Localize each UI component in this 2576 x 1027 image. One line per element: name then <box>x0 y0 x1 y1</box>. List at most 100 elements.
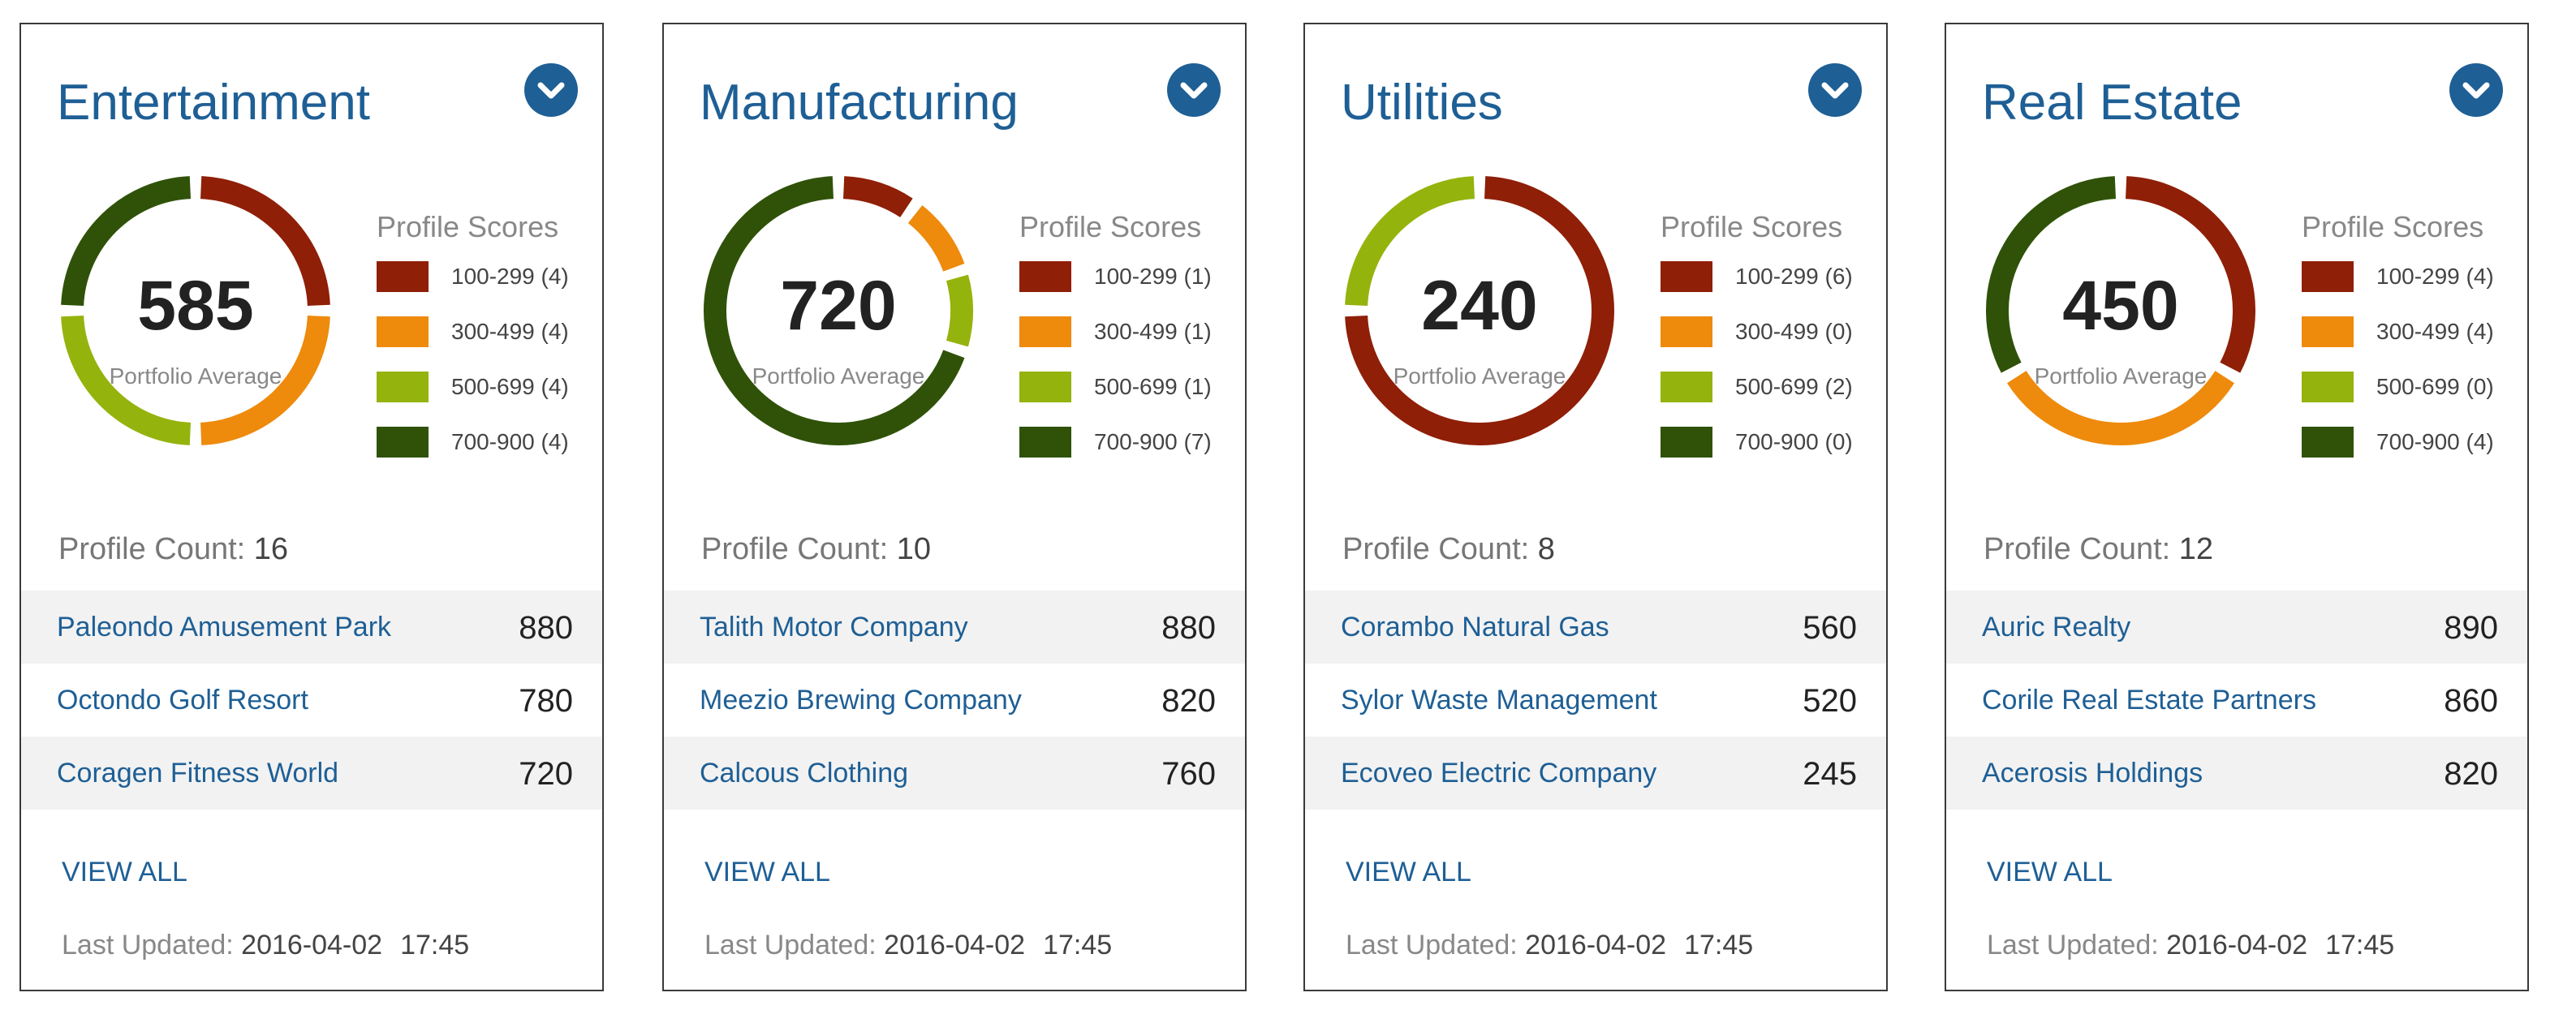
company-row[interactable]: Corile Real Estate Partners 860 <box>1946 664 2527 737</box>
last-updated-label: Last Updated: <box>704 930 877 960</box>
legend-title: Profile Scores <box>1019 210 1202 243</box>
company-link[interactable]: Octondo Golf Resort <box>57 686 308 714</box>
legend-swatch <box>377 316 429 347</box>
company-link[interactable]: Corambo Natural Gas <box>1341 613 1609 641</box>
company-row[interactable]: Ecoveo Electric Company 245 <box>1305 737 1886 810</box>
card-title: Manufacturing <box>700 75 1019 131</box>
legend-label: 700-900 (4) <box>2376 429 2494 454</box>
chevron-down-icon <box>2462 82 2490 99</box>
legend-item: 700-900 (0) <box>1661 427 1872 482</box>
profile-count-value: 12 <box>2178 532 2214 566</box>
legend-swatch <box>377 261 429 292</box>
legend-item: 500-699 (1) <box>1019 372 1230 427</box>
company-link[interactable]: Auric Realty <box>1982 613 2130 641</box>
company-row[interactable]: Auric Realty 890 <box>1946 591 2527 664</box>
profile-count-label: Profile Count: <box>58 532 246 566</box>
sector-card: Utilities 240 Portfolio Average Profile Sco… <box>1303 23 1888 991</box>
score-donut-chart: 450 Portfolio Average <box>1979 169 2263 453</box>
legend-label: 300-499 (1) <box>1094 319 1212 344</box>
expand-button[interactable] <box>524 63 578 117</box>
company-link[interactable]: Calcous Clothing <box>700 759 908 787</box>
last-updated-label: Last Updated: <box>1346 930 1518 960</box>
legend-item: 300-499 (1) <box>1019 316 1230 372</box>
company-row[interactable]: Calcous Clothing 760 <box>664 737 1245 810</box>
legend-swatch <box>1661 316 1712 347</box>
profile-count-value: 10 <box>896 532 932 566</box>
portfolio-average-caption: Portfolio Average <box>109 363 282 389</box>
company-row[interactable]: Sylor Waste Management 520 <box>1305 664 1886 737</box>
company-row[interactable]: Acerosis Holdings 820 <box>1946 737 2527 810</box>
company-score: 760 <box>1161 756 1216 792</box>
company-row[interactable]: Paleondo Amusement Park 880 <box>21 591 602 664</box>
last-updated: Last Updated: 2016-04-02 17:45 <box>704 931 1112 959</box>
top-companies-list: Auric Realty 890 Corile Real Estate Partne… <box>1946 591 2527 810</box>
top-companies-list: Corambo Natural Gas 560 Sylor Waste Manage… <box>1305 591 1886 810</box>
company-link[interactable]: Corile Real Estate Partners <box>1982 686 2316 714</box>
portfolio-average-value: 450 <box>2062 267 2179 345</box>
expand-button[interactable] <box>1167 63 1221 117</box>
legend-label: 300-499 (4) <box>451 319 569 344</box>
profile-count: Profile Count: 16 <box>58 534 288 565</box>
profile-count: Profile Count: 12 <box>1984 534 2213 565</box>
company-score: 880 <box>519 610 573 646</box>
company-row[interactable]: Talith Motor Company 880 <box>664 591 1245 664</box>
company-link[interactable]: Coragen Fitness World <box>57 759 338 787</box>
legend-label: 700-900 (4) <box>451 429 569 454</box>
sector-card: Manufacturing 720 Portfolio Average Profile… <box>662 23 1247 991</box>
portfolio-average-value: 720 <box>780 267 897 345</box>
score-legend: 100-299 (1) 300-499 (1) 500-699 (1) 700-900… <box>1019 261 1230 482</box>
legend-swatch <box>1019 316 1071 347</box>
legend-label: 100-299 (6) <box>1735 264 1853 289</box>
last-updated-label: Last Updated: <box>1987 930 2159 960</box>
top-companies-list: Talith Motor Company 880 Meezio Brewing Co… <box>664 591 1245 810</box>
company-score: 780 <box>519 683 573 719</box>
legend-item: 700-900 (4) <box>377 427 588 482</box>
last-updated-time: 17:45 <box>1043 930 1113 960</box>
last-updated: Last Updated: 2016-04-02 17:45 <box>62 931 469 959</box>
legend-item: 100-299 (4) <box>377 261 588 316</box>
company-score: 820 <box>1161 683 1216 719</box>
expand-button[interactable] <box>2449 63 2503 117</box>
profile-count-label: Profile Count: <box>1984 532 2171 566</box>
company-link[interactable]: Acerosis Holdings <box>1982 759 2203 787</box>
legend-item: 100-299 (1) <box>1019 261 1230 316</box>
top-companies-list: Paleondo Amusement Park 880 Octondo Golf R… <box>21 591 602 810</box>
view-all-link[interactable]: VIEW ALL <box>704 858 830 886</box>
last-updated-time: 17:45 <box>1684 930 1754 960</box>
view-all-link[interactable]: VIEW ALL <box>62 858 187 886</box>
expand-button[interactable] <box>1808 63 1862 117</box>
company-link[interactable]: Talith Motor Company <box>700 613 968 641</box>
legend-title: Profile Scores <box>2302 210 2484 243</box>
legend-title: Profile Scores <box>377 210 559 243</box>
portfolio-average-caption: Portfolio Average <box>1393 363 1566 389</box>
last-updated-date: 2016-04-02 <box>241 930 383 960</box>
legend-swatch <box>1661 372 1712 402</box>
profile-count: Profile Count: 10 <box>701 534 931 565</box>
legend-item: 500-699 (4) <box>377 372 588 427</box>
sector-card: Real Estate 450 Portfolio Average Profile S… <box>1945 23 2529 991</box>
company-row[interactable]: Corambo Natural Gas 560 <box>1305 591 1886 664</box>
chevron-down-icon <box>1821 82 1849 99</box>
company-link[interactable]: Meezio Brewing Company <box>700 686 1022 714</box>
company-row[interactable]: Octondo Golf Resort 780 <box>21 664 602 737</box>
company-score: 890 <box>2444 610 2498 646</box>
legend-swatch <box>1019 427 1071 458</box>
company-link[interactable]: Sylor Waste Management <box>1341 686 1657 714</box>
company-score: 520 <box>1803 683 1857 719</box>
card-title: Entertainment <box>57 75 370 131</box>
company-row[interactable]: Coragen Fitness World 720 <box>21 737 602 810</box>
legend-item: 100-299 (4) <box>2302 261 2513 316</box>
legend-label: 100-299 (4) <box>451 264 569 289</box>
company-row[interactable]: Meezio Brewing Company 820 <box>664 664 1245 737</box>
view-all-link[interactable]: VIEW ALL <box>1987 858 2113 886</box>
score-legend: 100-299 (6) 300-499 (0) 500-699 (2) 700-900… <box>1661 261 1872 482</box>
legend-label: 700-900 (0) <box>1735 429 1853 454</box>
legend-label: 500-699 (2) <box>1735 374 1853 399</box>
company-link[interactable]: Ecoveo Electric Company <box>1341 759 1656 787</box>
view-all-link[interactable]: VIEW ALL <box>1346 858 1471 886</box>
last-updated: Last Updated: 2016-04-02 17:45 <box>1346 931 1753 959</box>
legend-label: 300-499 (0) <box>1735 319 1853 344</box>
card-title: Utilities <box>1341 75 1503 131</box>
company-link[interactable]: Paleondo Amusement Park <box>57 613 391 641</box>
profile-count-label: Profile Count: <box>701 532 889 566</box>
